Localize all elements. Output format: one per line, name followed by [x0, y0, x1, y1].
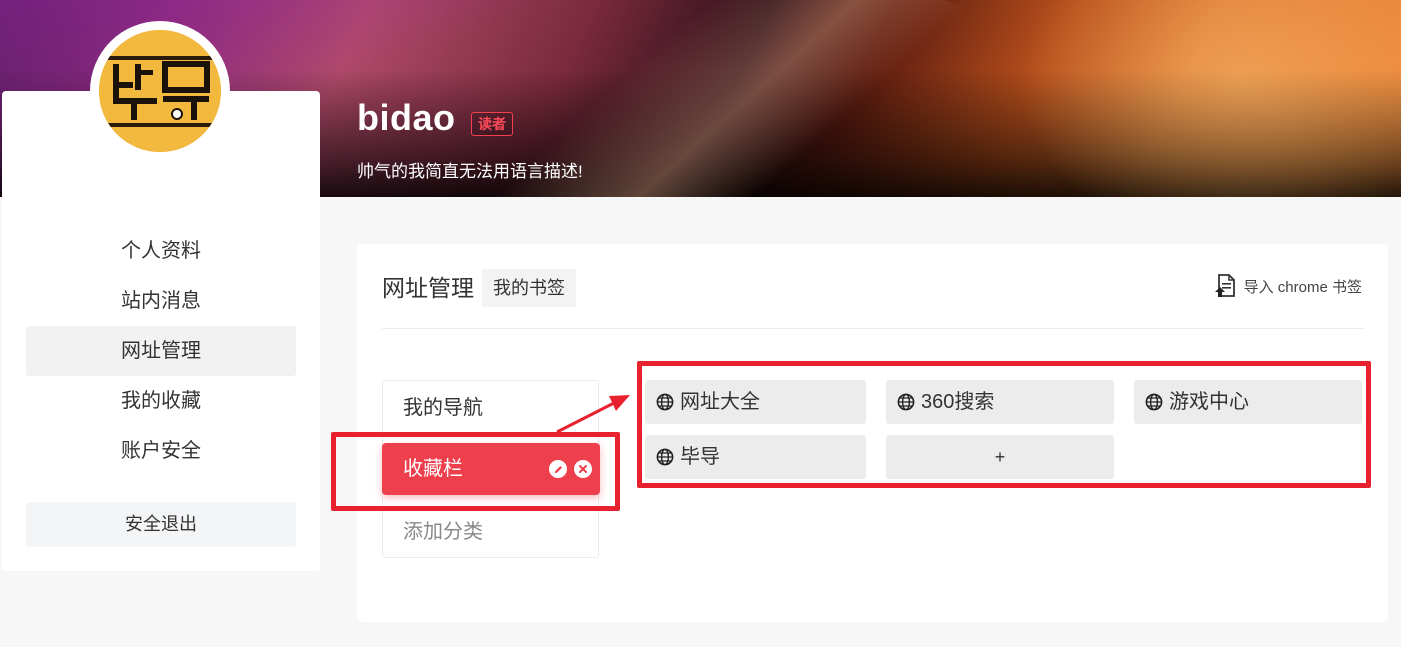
sidebar: 个人资料 站内消息 网址管理 我的收藏 账户安全 安全退出: [2, 91, 320, 571]
bookmark-import-icon: [1214, 274, 1238, 298]
sidebar-item-account-security[interactable]: 账户安全: [26, 426, 296, 476]
avatar-logo: [99, 30, 221, 152]
sidebar-item-favorites[interactable]: 我的收藏: [26, 376, 296, 426]
category-my-navigation[interactable]: 我的导航: [383, 382, 598, 434]
highlight-box-category: [331, 432, 620, 511]
profile-signature: 帅气的我简直无法用语言描述!: [357, 162, 583, 181]
logout-button[interactable]: 安全退出: [26, 502, 296, 547]
sidebar-menu: 个人资料 站内消息 网址管理 我的收藏 账户安全: [26, 226, 296, 476]
profile-username: bidao: [357, 97, 456, 138]
add-category-button[interactable]: 添加分类: [383, 506, 598, 558]
role-badge: 读者: [471, 112, 513, 136]
panel-divider: [382, 328, 1364, 329]
highlight-box-sites: [637, 361, 1371, 488]
sidebar-item-profile[interactable]: 个人资料: [26, 226, 296, 276]
avatar-logo-art: [99, 30, 221, 152]
import-chrome-bookmarks-button[interactable]: 导入 chrome 书签: [1214, 272, 1362, 300]
sidebar-item-url-management[interactable]: 网址管理: [26, 326, 296, 376]
panel-title: 网址管理: [382, 275, 474, 301]
import-label: 导入 chrome 书签: [1243, 278, 1362, 296]
avatar[interactable]: [90, 21, 230, 161]
tab-my-bookmarks[interactable]: 我的书签: [482, 269, 576, 307]
sidebar-item-messages[interactable]: 站内消息: [26, 276, 296, 326]
